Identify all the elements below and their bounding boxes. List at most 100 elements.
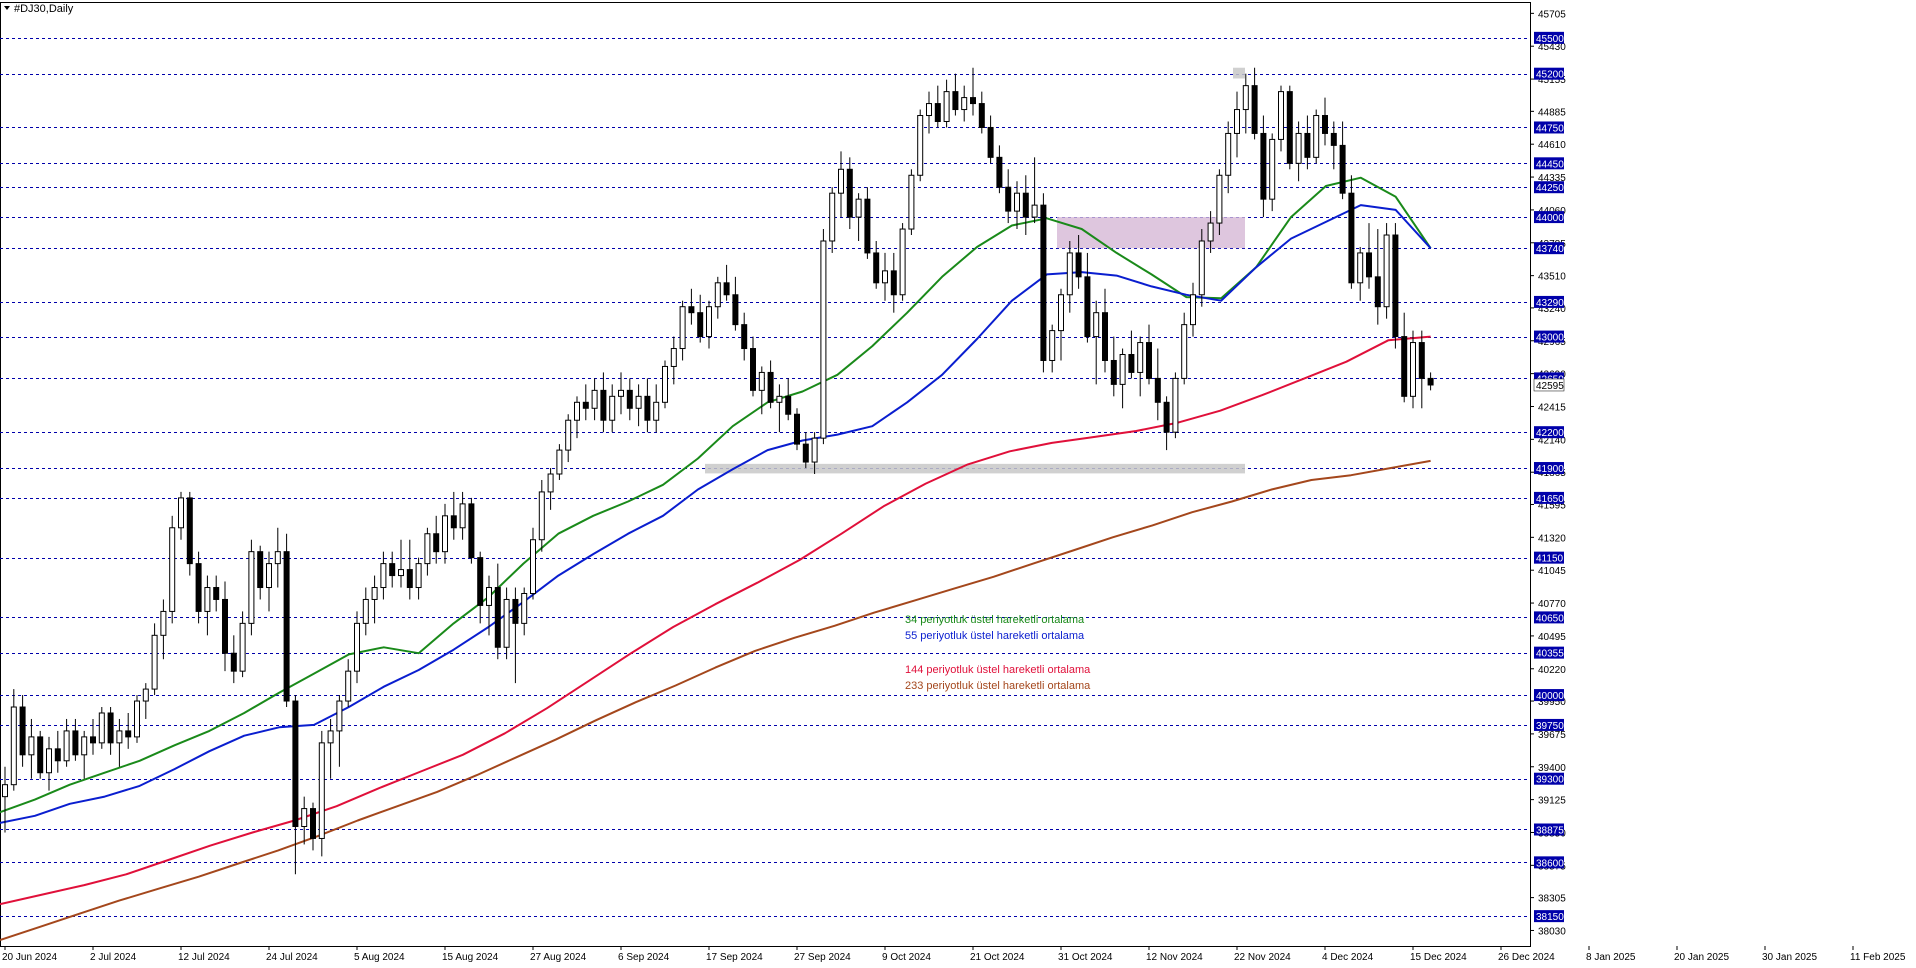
candle-body bbox=[864, 198, 871, 254]
candle-body bbox=[1154, 377, 1161, 403]
candle-body bbox=[1225, 132, 1232, 176]
candle bbox=[1313, 109, 1320, 164]
candle bbox=[186, 491, 193, 576]
chart-title: #DJ30,Daily bbox=[4, 3, 74, 15]
level-price-label: 39300 bbox=[1536, 775, 1564, 786]
candle-body bbox=[644, 395, 651, 421]
candle-body bbox=[1075, 252, 1082, 278]
candle-body bbox=[107, 712, 114, 744]
candle-body bbox=[1330, 132, 1337, 146]
candle-body bbox=[890, 270, 897, 296]
x-tick-label: 15 Aug 2024 bbox=[442, 952, 499, 963]
candle bbox=[1172, 372, 1179, 439]
candle-body bbox=[98, 712, 105, 744]
candle-body bbox=[1031, 204, 1038, 218]
x-tick-label: 31 Oct 2024 bbox=[1058, 952, 1113, 963]
x-tick-label: 2 Jul 2024 bbox=[90, 952, 137, 963]
price-chart[interactable]: 4570545430451554488544610443354406043785… bbox=[0, 0, 1916, 963]
candle bbox=[794, 408, 800, 451]
x-tick-label: 8 Jan 2025 bbox=[1586, 952, 1636, 963]
chart-container: 4570545430451554488544610443354406043785… bbox=[0, 0, 1916, 963]
x-tick-label: 26 Dec 2024 bbox=[1498, 952, 1555, 963]
candle-body bbox=[292, 700, 299, 828]
y-tick-label: 41320 bbox=[1538, 533, 1566, 544]
y-tick-label: 40770 bbox=[1538, 599, 1566, 610]
candle-body bbox=[978, 103, 985, 128]
candle bbox=[468, 497, 475, 564]
candle-body bbox=[556, 449, 563, 475]
level-price-label: 44250 bbox=[1536, 183, 1564, 194]
candle-body bbox=[530, 539, 536, 594]
candle-body bbox=[1401, 336, 1408, 397]
candle-body bbox=[389, 563, 396, 577]
candle-body bbox=[503, 598, 510, 648]
candle-body bbox=[1172, 377, 1179, 433]
candle-body bbox=[477, 557, 484, 606]
candle-body bbox=[1022, 192, 1029, 218]
level-price-label: 44000 bbox=[1536, 213, 1564, 224]
chart-title-text: #DJ30,Daily bbox=[14, 3, 74, 15]
candle-body bbox=[46, 748, 52, 774]
candle bbox=[917, 109, 924, 182]
candle-body bbox=[1286, 91, 1293, 164]
candle-body bbox=[1260, 132, 1267, 200]
candle-body bbox=[125, 730, 132, 738]
candle-body bbox=[1014, 192, 1020, 212]
candle bbox=[134, 695, 140, 743]
candle-body bbox=[952, 91, 959, 111]
candle-body bbox=[574, 401, 580, 421]
candle-body bbox=[653, 401, 660, 421]
candle-body bbox=[195, 563, 202, 612]
y-tick-label: 43510 bbox=[1538, 272, 1566, 283]
legend-entry: 34 periyotluk üstel hareketli ortalama bbox=[905, 614, 1085, 626]
candle-body bbox=[204, 587, 211, 612]
candle-body bbox=[662, 365, 668, 403]
candle-body bbox=[1348, 192, 1355, 284]
candle-body bbox=[741, 324, 748, 350]
candle-body bbox=[732, 294, 739, 326]
candle-body bbox=[802, 443, 809, 463]
candle-body bbox=[970, 97, 976, 105]
level-price-label: 43000 bbox=[1536, 333, 1564, 344]
candle-body bbox=[582, 401, 589, 409]
candle-body bbox=[635, 395, 642, 409]
candle-body bbox=[142, 688, 149, 702]
x-tick-label: 20 Jun 2024 bbox=[2, 952, 57, 963]
candle-body bbox=[274, 551, 281, 565]
candle-body bbox=[266, 563, 272, 589]
candle-body bbox=[160, 610, 167, 636]
candle-body bbox=[697, 312, 704, 338]
candle-body bbox=[1146, 342, 1152, 379]
candle-body bbox=[1163, 401, 1170, 433]
x-tick-label: 12 Jul 2024 bbox=[178, 952, 230, 963]
candle-body bbox=[706, 306, 712, 338]
candle-body bbox=[380, 563, 387, 589]
candle-body bbox=[1128, 354, 1135, 373]
candle-body bbox=[1110, 359, 1117, 385]
candle-body bbox=[714, 282, 721, 308]
candle bbox=[1410, 330, 1416, 409]
candle bbox=[1392, 223, 1399, 349]
candle-body bbox=[151, 634, 158, 690]
candle-body bbox=[917, 115, 924, 176]
candle-body bbox=[230, 652, 237, 672]
y-tick-label: 41045 bbox=[1538, 566, 1566, 577]
candle-body bbox=[987, 126, 994, 158]
support-zone bbox=[705, 463, 1245, 474]
candle-body bbox=[1040, 204, 1047, 361]
level-price-label: 38150 bbox=[1536, 912, 1564, 923]
candle-body bbox=[345, 670, 352, 702]
candle-body bbox=[688, 306, 695, 314]
candle-body bbox=[371, 587, 378, 600]
candle-body bbox=[28, 736, 35, 756]
candle-body bbox=[336, 700, 343, 732]
candle-body bbox=[81, 736, 88, 756]
candle-body bbox=[1190, 294, 1196, 326]
candle-body bbox=[1295, 132, 1302, 164]
y-tick-label: 38305 bbox=[1538, 894, 1566, 905]
x-tick-label: 11 Feb 2025 bbox=[1850, 952, 1906, 963]
x-tick-label: 17 Sep 2024 bbox=[706, 952, 763, 963]
candle-body bbox=[450, 515, 457, 529]
candle-body bbox=[1304, 132, 1311, 158]
x-tick-label: 6 Sep 2024 bbox=[618, 952, 670, 963]
